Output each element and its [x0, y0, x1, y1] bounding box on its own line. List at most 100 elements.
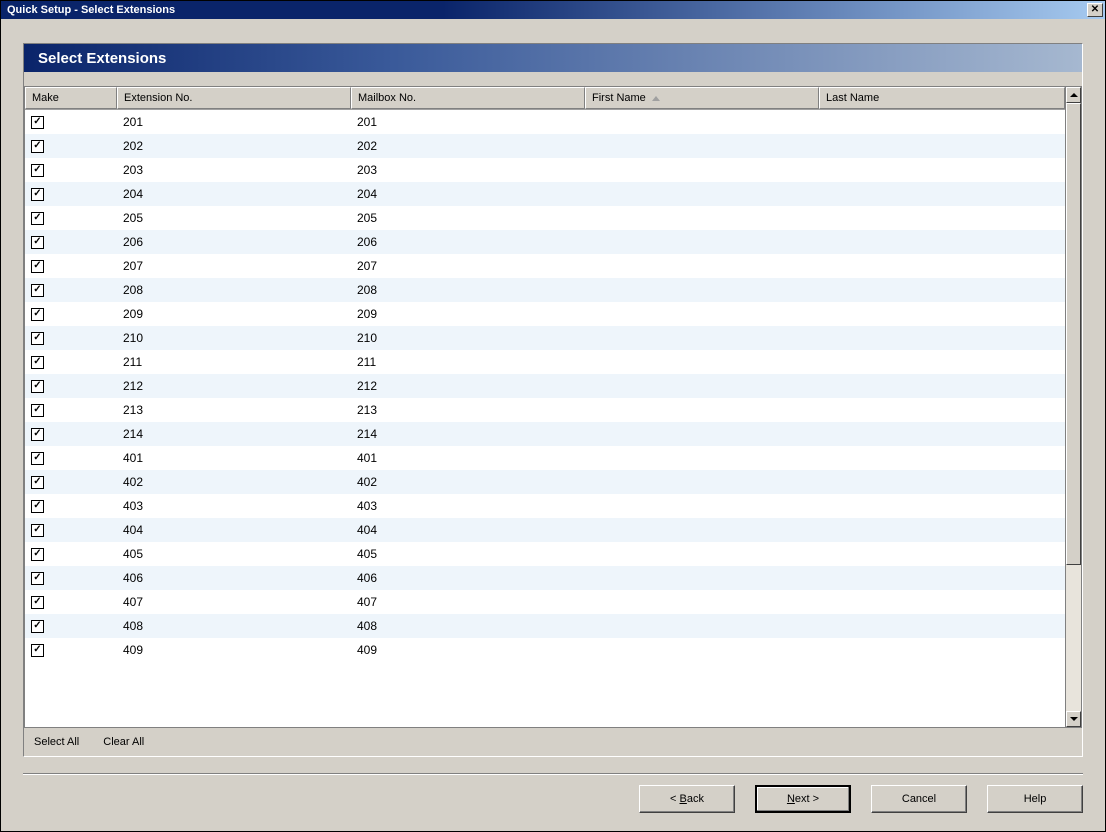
column-header-first-name[interactable]: First Name	[585, 87, 819, 109]
table-row[interactable]: 205205	[25, 206, 1065, 230]
row-checkbox[interactable]	[31, 188, 44, 201]
select-all-button[interactable]: Select All	[24, 732, 89, 752]
table-row[interactable]: 206206	[25, 230, 1065, 254]
cell-make	[25, 350, 117, 374]
cell-extension: 409	[117, 638, 351, 662]
row-checkbox[interactable]	[31, 428, 44, 441]
cell-last-name	[819, 110, 1065, 134]
scroll-up-button[interactable]	[1066, 87, 1081, 103]
cell-extension: 208	[117, 278, 351, 302]
scroll-thumb[interactable]	[1066, 103, 1081, 565]
cell-mailbox: 204	[351, 182, 585, 206]
table-row[interactable]: 409409	[25, 638, 1065, 662]
row-checkbox[interactable]	[31, 644, 44, 657]
cell-last-name	[819, 566, 1065, 590]
table-row[interactable]: 208208	[25, 278, 1065, 302]
row-checkbox[interactable]	[31, 284, 44, 297]
cell-mailbox: 201	[351, 110, 585, 134]
cell-first-name	[585, 590, 819, 614]
table-row[interactable]: 207207	[25, 254, 1065, 278]
table-row[interactable]: 212212	[25, 374, 1065, 398]
close-icon: ✕	[1091, 5, 1099, 15]
cell-first-name	[585, 374, 819, 398]
scroll-track[interactable]	[1066, 103, 1081, 711]
cell-make	[25, 398, 117, 422]
cell-make	[25, 446, 117, 470]
column-header-extension[interactable]: Extension No.	[117, 87, 351, 109]
table-row[interactable]: 202202	[25, 134, 1065, 158]
row-checkbox[interactable]	[31, 308, 44, 321]
scroll-down-button[interactable]	[1066, 711, 1081, 727]
table-row[interactable]: 402402	[25, 470, 1065, 494]
cell-last-name	[819, 182, 1065, 206]
table-row[interactable]: 404404	[25, 518, 1065, 542]
extensions-grid: Make Extension No. Mailbox No. First Nam…	[24, 86, 1082, 728]
table-row[interactable]: 406406	[25, 566, 1065, 590]
table-row[interactable]: 401401	[25, 446, 1065, 470]
row-checkbox[interactable]	[31, 572, 44, 585]
column-header-mailbox[interactable]: Mailbox No.	[351, 87, 585, 109]
row-checkbox[interactable]	[31, 164, 44, 177]
table-row[interactable]: 407407	[25, 590, 1065, 614]
cell-extension: 211	[117, 350, 351, 374]
row-checkbox[interactable]	[31, 524, 44, 537]
cell-first-name	[585, 614, 819, 638]
table-row[interactable]: 211211	[25, 350, 1065, 374]
table-row[interactable]: 405405	[25, 542, 1065, 566]
column-header-make[interactable]: Make	[25, 87, 117, 109]
row-checkbox[interactable]	[31, 404, 44, 417]
row-checkbox[interactable]	[31, 332, 44, 345]
row-checkbox[interactable]	[31, 260, 44, 273]
row-checkbox[interactable]	[31, 620, 44, 633]
back-button[interactable]: < Back	[639, 785, 735, 813]
close-button[interactable]: ✕	[1087, 3, 1103, 17]
separator	[23, 773, 1083, 775]
cell-make	[25, 374, 117, 398]
row-checkbox[interactable]	[31, 596, 44, 609]
row-checkbox[interactable]	[31, 500, 44, 513]
cell-extension: 408	[117, 614, 351, 638]
cell-mailbox: 205	[351, 206, 585, 230]
cell-make	[25, 614, 117, 638]
cell-mailbox: 202	[351, 134, 585, 158]
cell-last-name	[819, 254, 1065, 278]
cell-extension: 214	[117, 422, 351, 446]
cell-last-name	[819, 590, 1065, 614]
cell-make	[25, 518, 117, 542]
row-checkbox[interactable]	[31, 452, 44, 465]
grid-toolbar: Select All Clear All	[24, 728, 1082, 756]
clear-all-button[interactable]: Clear All	[93, 732, 154, 752]
grid-body: 2012012022022032032042042052052062062072…	[25, 110, 1065, 727]
cancel-button[interactable]: Cancel	[871, 785, 967, 813]
row-checkbox[interactable]	[31, 236, 44, 249]
row-checkbox[interactable]	[31, 212, 44, 225]
row-checkbox[interactable]	[31, 116, 44, 129]
row-checkbox[interactable]	[31, 140, 44, 153]
cell-extension: 207	[117, 254, 351, 278]
table-row[interactable]: 403403	[25, 494, 1065, 518]
table-row[interactable]: 408408	[25, 614, 1065, 638]
row-checkbox[interactable]	[31, 548, 44, 561]
cell-last-name	[819, 350, 1065, 374]
next-button[interactable]: Next >	[755, 785, 851, 813]
cell-last-name	[819, 614, 1065, 638]
vertical-scrollbar[interactable]	[1065, 87, 1081, 727]
column-header-last-name[interactable]: Last Name	[819, 87, 1065, 109]
table-row[interactable]: 203203	[25, 158, 1065, 182]
help-button[interactable]: Help	[987, 785, 1083, 813]
table-row[interactable]: 214214	[25, 422, 1065, 446]
cell-last-name	[819, 134, 1065, 158]
table-row[interactable]: 204204	[25, 182, 1065, 206]
table-row[interactable]: 201201	[25, 110, 1065, 134]
table-row[interactable]: 213213	[25, 398, 1065, 422]
cell-mailbox: 406	[351, 566, 585, 590]
cell-make	[25, 494, 117, 518]
table-row[interactable]: 209209	[25, 302, 1065, 326]
table-row[interactable]: 210210	[25, 326, 1065, 350]
row-checkbox[interactable]	[31, 476, 44, 489]
cell-last-name	[819, 422, 1065, 446]
cell-last-name	[819, 446, 1065, 470]
cell-extension: 213	[117, 398, 351, 422]
row-checkbox[interactable]	[31, 356, 44, 369]
row-checkbox[interactable]	[31, 380, 44, 393]
